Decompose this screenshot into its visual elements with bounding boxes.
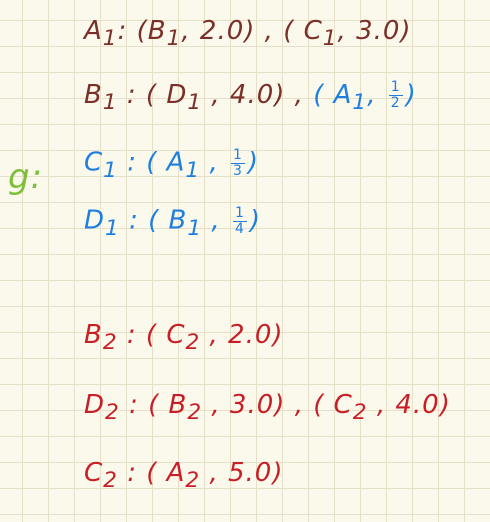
d1-comma: , [202,205,221,236]
a1-node: A [84,16,103,46]
b1-node: B [84,79,103,110]
b1-sub2: 1 [187,89,203,115]
d1-sub: 1 [105,215,120,241]
b1-sub: 1 [102,89,118,115]
c2-end: , 5.0) [200,458,284,488]
c1-den: 3 [233,162,243,179]
adjacency-line-b2: B2 : ( C2 , 2.0) [84,322,284,354]
c1-sub: 1 [103,157,118,183]
b1-den: 2 [390,94,401,111]
b1-mid: : ( D [117,79,188,110]
adjacency-line-c2: C2 : ( A2 , 5.0) [84,460,284,492]
b2-end: , 2.0) [200,320,284,350]
c2-sub: 2 [103,468,118,494]
d1-weight-fraction: 14 [232,205,247,237]
c1-weight-fraction: 13 [231,148,245,178]
b1-weight-fraction: 12 [388,79,403,111]
a1-sub: 1 [102,26,118,52]
d2-sub: 2 [105,400,120,426]
b1-blue-comma: , [367,79,377,110]
b2-mid: : ( C [117,320,186,350]
graph-label: g: [8,157,44,197]
b2-node: B [84,320,103,350]
d1-den: 4 [234,220,245,237]
b1-num: 1 [388,79,403,96]
d2-node: D [84,390,106,420]
c2-sub2: 2 [185,468,201,494]
c1-num: 1 [231,147,245,164]
d2-mid: : ( B [119,390,188,420]
b2-sub2: 2 [185,330,201,356]
c1-node: C [84,147,104,178]
c1-mid: : ( A [117,147,186,178]
d1-end: ) [249,205,262,236]
c2-node: C [84,458,104,488]
d1-num: 1 [232,205,247,222]
d2-sub3: 2 [352,400,368,426]
c1-end: ) [247,147,260,178]
b1-blue-head: ( A [313,79,353,110]
a1-end: , 3.0) [337,16,412,46]
d1-mid: : ( B [119,205,188,236]
a1-rest: : (B [117,16,167,46]
adjacency-line-d1: D1 : ( B1 , 1 4) [84,206,261,240]
d2-mid2: , 3.0) , ( C [202,390,353,420]
d2-sub2: 2 [187,400,203,426]
a1-tail: , 2.0) , ( C [181,16,323,46]
a1-sub3: 1 [322,26,338,52]
d1-sub2: 1 [187,215,203,241]
c1-comma: , [200,147,219,178]
b1-blue-sub: 1 [352,89,368,115]
adjacency-line-c1: C1 : ( A1 , 1 3) [84,148,259,182]
adjacency-line-b1: B1 : ( D1 , 4.0) , ( A1, 1 2) [84,80,417,114]
adjacency-line-a1: A1: (B1, 2.0) , ( C1, 3.0) [84,18,412,50]
b1-mid2: , 4.0) , [202,79,304,110]
d2-end: , 4.0) [367,390,451,420]
c1-sub2: 1 [185,157,201,183]
d1-node: D [84,205,106,236]
b2-sub: 2 [102,330,118,356]
b1-blue-end: ) [405,79,417,110]
a1-sub2: 1 [166,26,182,52]
adjacency-line-d2: D2 : ( B2 , 3.0) , ( C2 , 4.0) [84,392,451,424]
c2-mid: : ( A [117,458,186,488]
